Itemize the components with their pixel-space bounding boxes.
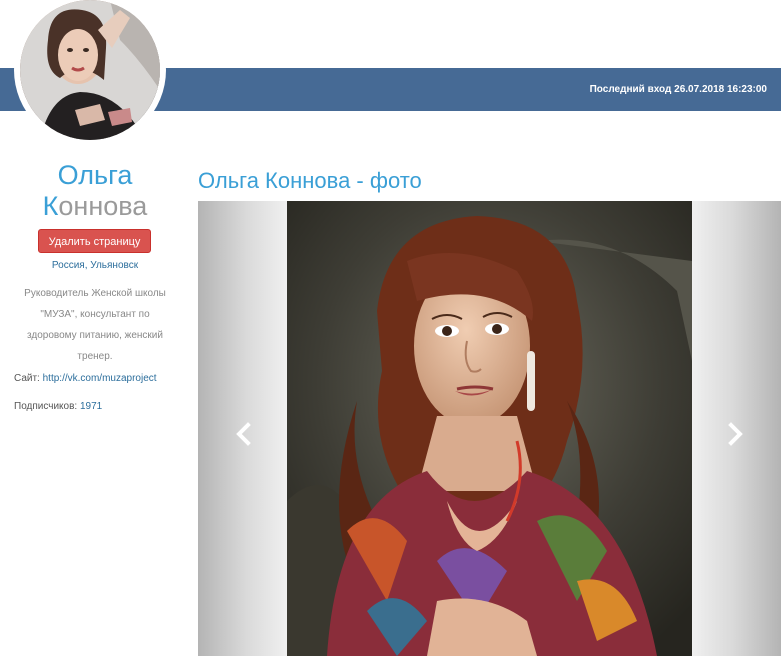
last-login-text: Последний вход 26.07.2018 16:23:00	[589, 84, 767, 95]
last-name-initial: К	[42, 191, 59, 221]
delete-page-button[interactable]: Удалить страницу	[38, 229, 151, 253]
profile-first-name: Ольга	[57, 160, 133, 190]
subscribers-label: Подписчиков:	[14, 401, 80, 412]
chevron-right-icon	[728, 422, 743, 446]
gallery-photo[interactable]	[287, 201, 692, 656]
site-row: Сайт: http://vk.com/muzaproject	[14, 373, 157, 384]
location-link[interactable]: Россия, Ульяновск	[0, 260, 190, 271]
avatar-image	[20, 0, 160, 140]
subscribers-row: Подписчиков: 1971	[14, 401, 102, 412]
photo-carousel	[198, 201, 781, 656]
gallery-title: Ольга Коннова - фото	[198, 168, 422, 193]
carousel-prev-button[interactable]	[234, 422, 254, 446]
site-link[interactable]: http://vk.com/muzaproject	[43, 373, 157, 384]
site-label: Сайт:	[14, 373, 43, 384]
avatar[interactable]	[20, 0, 160, 140]
chevron-left-icon	[236, 422, 251, 446]
last-name-rest: оннова	[58, 191, 148, 221]
photo-image	[287, 201, 692, 656]
profile-last-name: Коннова	[0, 191, 190, 221]
subscribers-count[interactable]: 1971	[80, 401, 102, 412]
carousel-next-button[interactable]	[725, 422, 745, 446]
profile-bio: Руководитель Женской школы "МУЗА", консу…	[24, 288, 166, 362]
